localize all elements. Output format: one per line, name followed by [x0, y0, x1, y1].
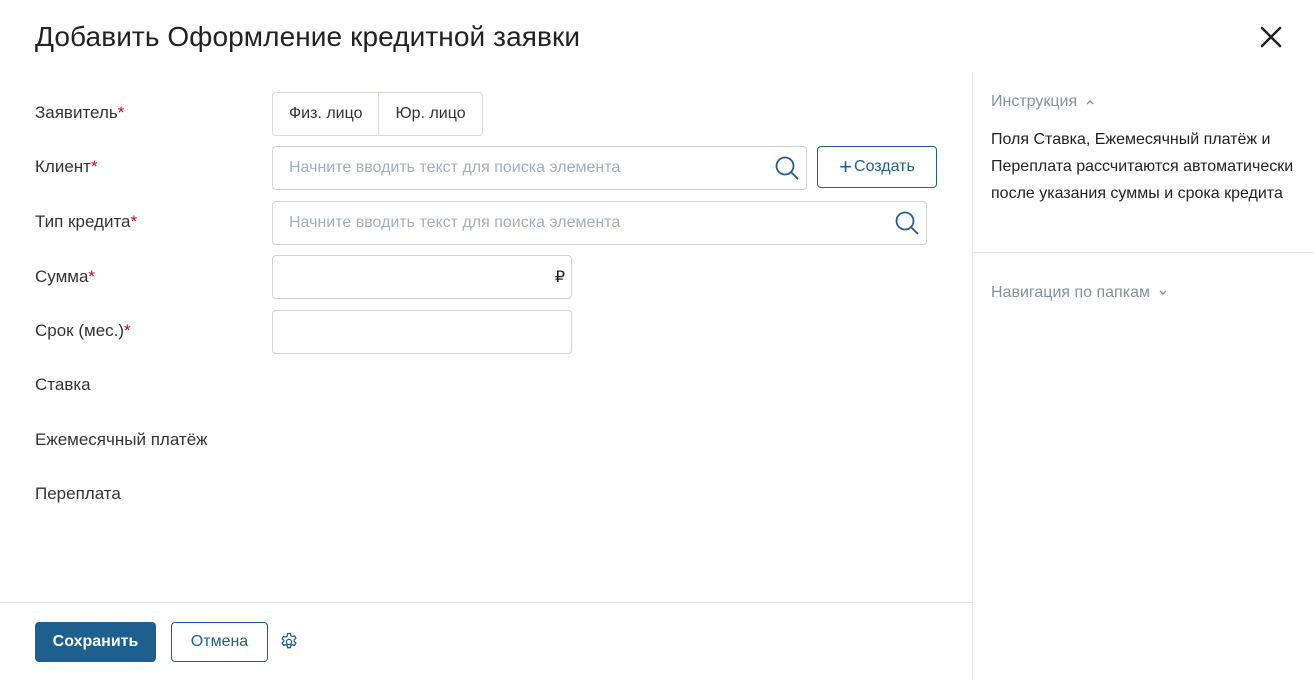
- create-client-label: Создать: [854, 158, 915, 175]
- client-label: Клиент*: [35, 157, 98, 176]
- close-icon: [1260, 26, 1282, 48]
- folder-navigation-toggle[interactable]: Навигация по папкам: [991, 284, 1168, 302]
- instructions-toggle[interactable]: Инструкция: [991, 93, 1095, 111]
- required-mark: *: [124, 321, 131, 340]
- chevron-down-icon: [1159, 290, 1167, 295]
- required-mark: *: [90, 157, 98, 176]
- applicant-label: Заявитель*: [35, 103, 125, 122]
- search-icon[interactable]: [774, 155, 800, 181]
- side-panel-divider: [972, 72, 973, 680]
- term-label: Срок (мес.)*: [35, 321, 131, 340]
- search-icon[interactable]: [894, 210, 920, 236]
- chevron-up-icon: [1086, 100, 1094, 105]
- credit-type-search-input[interactable]: Начните вводить текст для поиска элемент…: [272, 201, 927, 245]
- side-panel-separator: [973, 252, 1314, 253]
- amount-label: Сумма*: [35, 267, 96, 286]
- footer-divider: [0, 602, 972, 603]
- save-button[interactable]: Сохранить: [35, 622, 156, 662]
- cancel-button[interactable]: Отмена: [171, 622, 268, 662]
- client-search-input[interactable]: Начните вводить текст для поиска элемент…: [272, 146, 807, 190]
- plus-icon: +: [839, 154, 853, 179]
- credit-type-search-placeholder: Начните вводить текст для поиска элемент…: [289, 214, 621, 231]
- add-credit-application-dialog: Добавить Оформление кредитной заявки Зая…: [0, 0, 1314, 680]
- required-mark: *: [88, 267, 96, 286]
- instructions-title: Инструкция: [991, 93, 1078, 110]
- applicant-option-individual[interactable]: Физ. лицо: [273, 93, 379, 135]
- amount-input[interactable]: ₽: [272, 255, 572, 299]
- applicant-option-legal-entity[interactable]: Юр. лицо: [378, 93, 482, 135]
- gear-icon[interactable]: [279, 632, 299, 652]
- monthly-payment-label: Ежемесячный платёж: [35, 430, 208, 449]
- instructions-text: Поля Ставка, Ежемесячный платёж и Перепл…: [991, 131, 1294, 202]
- ruble-currency-icon: ₽: [554, 269, 565, 286]
- close-button[interactable]: [1256, 22, 1286, 52]
- credit-type-label: Тип кредита*: [35, 212, 138, 231]
- required-mark: *: [117, 103, 125, 122]
- client-search-placeholder: Начните вводить текст для поиска элемент…: [289, 159, 621, 176]
- overpayment-label: Переплата: [35, 484, 121, 503]
- folder-navigation-title: Навигация по папкам: [991, 284, 1150, 301]
- rate-label: Ставка: [35, 375, 91, 394]
- required-mark: *: [130, 212, 138, 231]
- create-client-button[interactable]: + Создать: [817, 146, 937, 188]
- term-input[interactable]: [272, 310, 572, 354]
- dialog-title: Добавить Оформление кредитной заявки: [35, 21, 581, 52]
- applicant-type-switch: Физ. лицо Юр. лицо: [272, 92, 483, 136]
